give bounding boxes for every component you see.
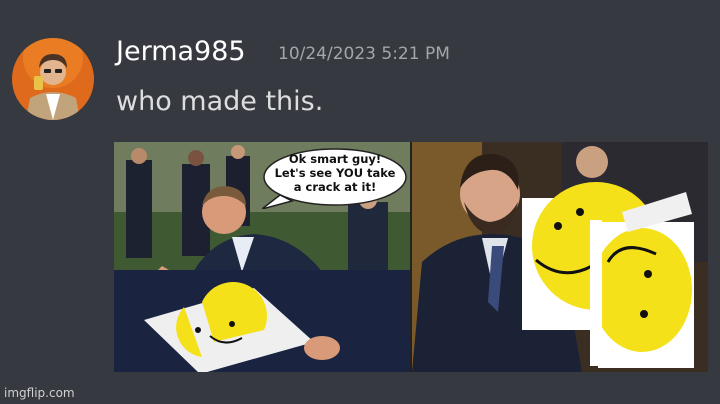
message-timestamp: 10/24/2023 5:21 PM <box>278 44 450 64</box>
speech-bubble-text: Ok smart guy! Let's see YOU take a crack… <box>274 152 396 194</box>
attached-image[interactable]: Ok smart guy! Let's see YOU take a crack… <box>114 142 708 372</box>
imgflip-watermark: imgflip.com <box>4 386 75 400</box>
meme-right-panel <box>412 142 708 372</box>
author-name[interactable]: Jerma985 <box>116 36 246 67</box>
message-text: who made this. <box>116 86 324 117</box>
avatar[interactable] <box>12 38 94 120</box>
